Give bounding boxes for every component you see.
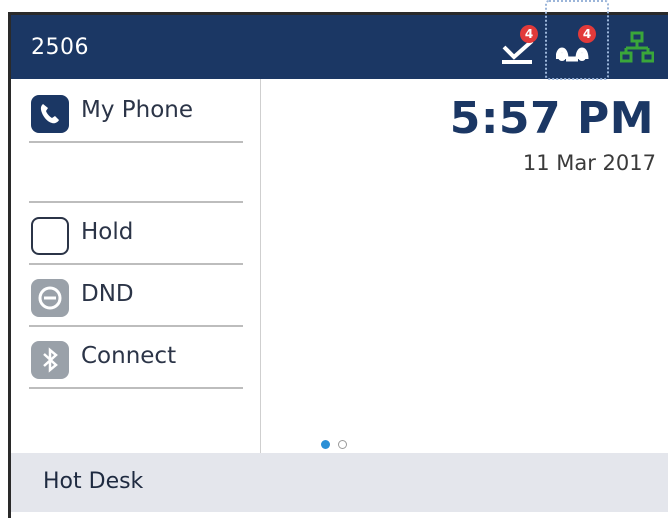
phone-icon <box>31 95 69 133</box>
line-keys-panel: My Phone Hold DND Connect <box>11 79 261 453</box>
bluetooth-glyph <box>43 347 58 373</box>
phone-glyph <box>40 104 59 124</box>
dnd-glyph <box>38 286 62 310</box>
extension-number: 2506 <box>31 35 89 60</box>
key-dnd[interactable]: DND <box>29 265 243 327</box>
bluetooth-icon <box>31 341 69 379</box>
key-my-phone[interactable]: My Phone <box>29 81 243 143</box>
dnd-icon <box>31 279 69 317</box>
empty-key-icon <box>31 217 69 255</box>
key-empty <box>29 143 243 203</box>
page-dot-1[interactable] <box>321 440 330 449</box>
idle-screen: 5:57 PM 11 Mar 2017 <box>261 79 668 453</box>
softkey-bar: Hot Desk <box>11 453 668 512</box>
key-label-my-phone: My Phone <box>81 97 194 123</box>
hot-desk-softkey[interactable]: Hot Desk <box>43 469 143 494</box>
key-hold[interactable]: Hold <box>29 203 243 265</box>
clock-time: 5:57 PM <box>449 93 654 144</box>
focus-indicator <box>545 0 609 80</box>
page-dot-2[interactable] <box>338 440 347 449</box>
key-label-hold: Hold <box>81 219 134 245</box>
page-indicator[interactable] <box>321 434 355 453</box>
key-label-dnd: DND <box>81 281 134 307</box>
network-icon <box>619 31 655 65</box>
key-connect[interactable]: Connect <box>29 327 243 389</box>
clock-date: 11 Mar 2017 <box>522 151 656 175</box>
voicemail-badge: 4 <box>520 25 538 43</box>
voicemail-icon[interactable]: 4 <box>502 25 538 65</box>
network-glyph <box>619 31 655 63</box>
key-label-connect: Connect <box>81 343 177 369</box>
